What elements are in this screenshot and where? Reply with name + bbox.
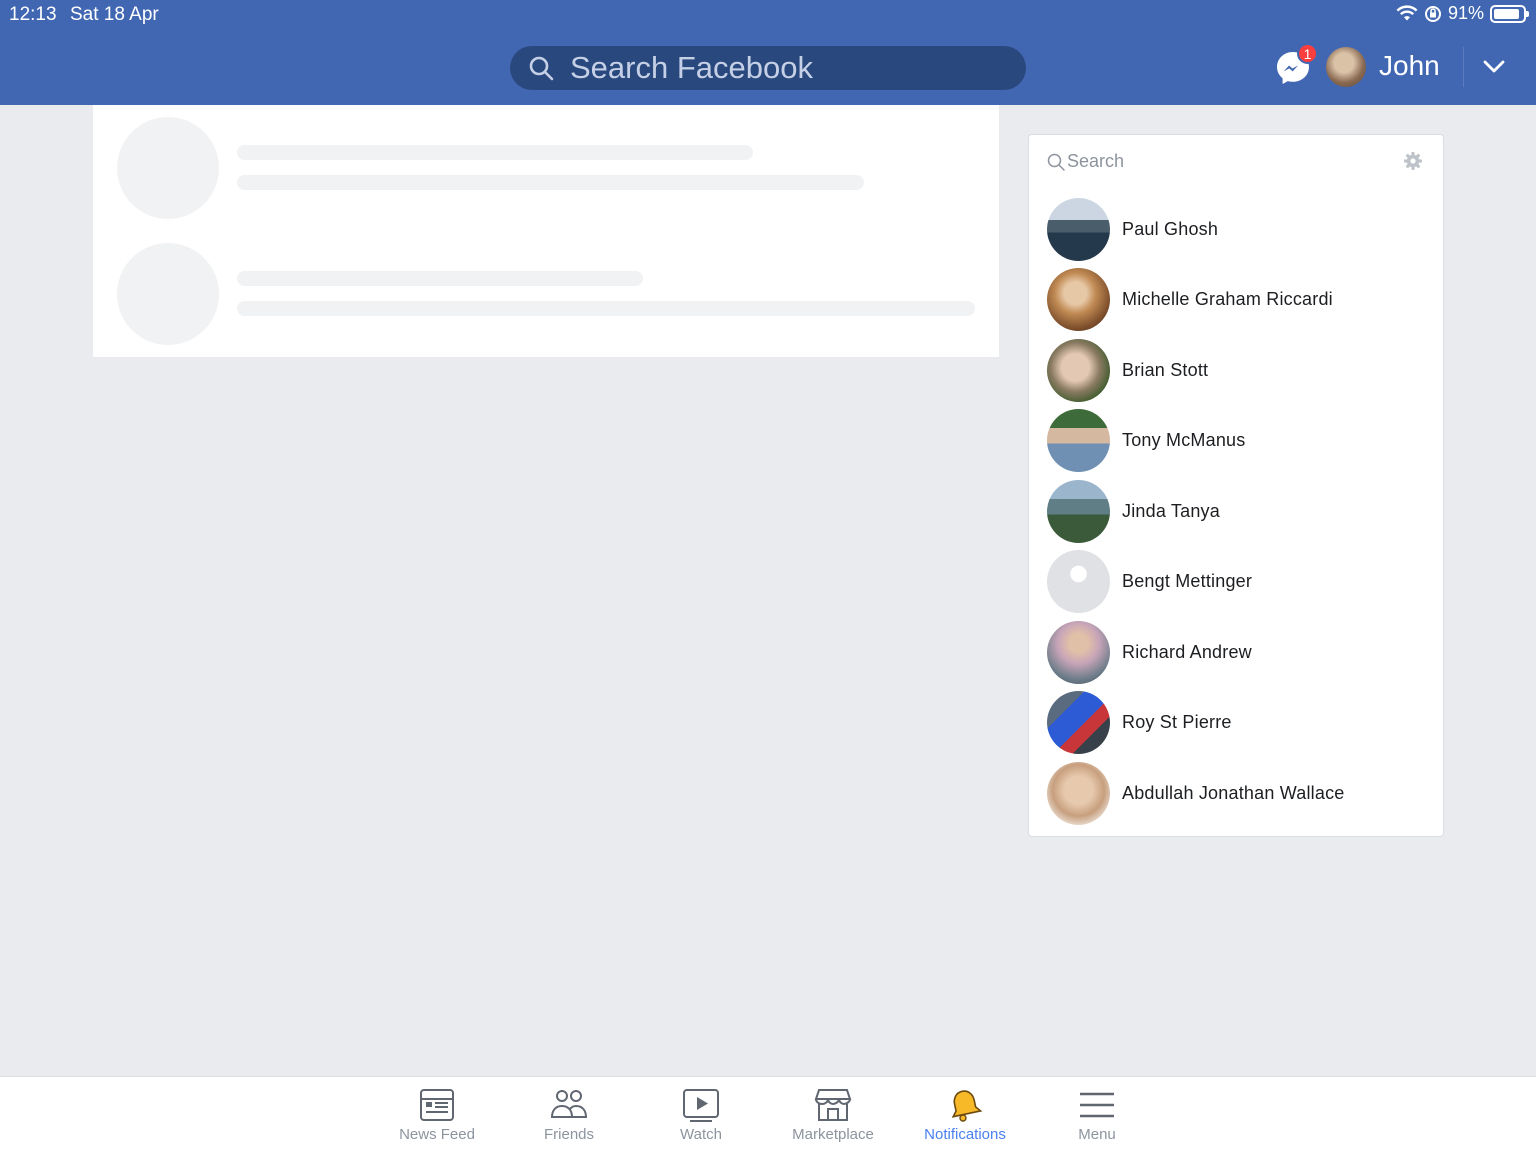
top-bar: 12:13 Sat 18 Apr 91% 1 John — [0, 0, 1536, 105]
contact-name: Tony McManus — [1122, 429, 1246, 450]
skeleton-line — [237, 301, 975, 316]
tab-label: Marketplace — [792, 1126, 874, 1143]
news-feed-icon — [420, 1089, 454, 1121]
skeleton-line — [237, 271, 643, 286]
contact-avatar — [1047, 761, 1110, 825]
contact-name: Paul Ghosh — [1122, 218, 1219, 239]
orientation-lock-icon — [1424, 5, 1441, 22]
contact-row[interactable]: Jinda Tanya — [1047, 479, 1427, 543]
tab-watch[interactable]: Watch — [635, 1087, 767, 1143]
search-facebook-bar[interactable] — [510, 46, 1026, 90]
tab-news-feed[interactable]: News Feed — [371, 1087, 503, 1143]
marketplace-icon — [814, 1089, 852, 1121]
tab-menu[interactable]: Menu — [1031, 1087, 1163, 1143]
contact-avatar — [1047, 408, 1110, 472]
contact-name: Brian Stott — [1122, 359, 1209, 380]
tab-label: News Feed — [399, 1126, 475, 1143]
menu-icon — [1080, 1092, 1114, 1118]
contact-avatar — [1047, 479, 1110, 543]
skeleton-avatar — [117, 117, 219, 219]
contact-row[interactable]: Abdullah Jonathan Wallace — [1047, 761, 1427, 825]
contact-avatar — [1047, 197, 1110, 261]
contact-avatar — [1047, 620, 1110, 684]
skeleton-avatar — [117, 243, 219, 345]
battery-level — [1494, 8, 1520, 19]
search-input[interactable] — [570, 50, 990, 86]
tab-friends[interactable]: Friends — [503, 1087, 635, 1143]
contact-name: Bengt Mettinger — [1122, 570, 1253, 591]
bell-icon — [951, 1090, 983, 1122]
friends-icon — [550, 1090, 588, 1118]
battery-percent: 91% — [1447, 3, 1484, 23]
tab-label: Menu — [1078, 1126, 1116, 1143]
contact-name: Richard Andrew — [1122, 641, 1252, 662]
gear-icon[interactable] — [1403, 151, 1423, 171]
contact-avatar — [1047, 267, 1110, 331]
search-icon — [529, 56, 554, 81]
profile-name[interactable]: John — [1379, 50, 1440, 82]
bottom-tab-bar: News Feed Friends Watch Marketplace Noti… — [0, 1076, 1536, 1152]
skeleton-line — [237, 145, 753, 160]
status-date: Sat 18 Apr — [70, 4, 159, 25]
feed-loading-card — [93, 105, 999, 357]
tab-marketplace[interactable]: Marketplace — [767, 1087, 899, 1143]
contact-row[interactable]: Bengt Mettinger — [1047, 549, 1427, 613]
contact-row[interactable]: Tony McManus — [1047, 408, 1427, 472]
tab-label: Notifications — [924, 1126, 1006, 1143]
contacts-search[interactable]: Search — [1047, 151, 1124, 172]
contact-row[interactable]: Brian Stott — [1047, 338, 1427, 402]
contact-name: Jinda Tanya — [1122, 500, 1220, 521]
contact-avatar — [1047, 690, 1110, 754]
search-icon — [1047, 153, 1065, 171]
tab-label: Friends — [543, 1126, 595, 1143]
profile-avatar[interactable] — [1326, 47, 1366, 87]
contact-row[interactable]: Richard Andrew — [1047, 620, 1427, 684]
contact-avatar — [1047, 549, 1110, 613]
watch-icon — [683, 1089, 719, 1122]
contact-row[interactable]: Roy St Pierre — [1047, 690, 1427, 754]
tab-notifications[interactable]: Notifications — [899, 1087, 1031, 1143]
wifi-icon — [1396, 5, 1418, 21]
tab-label: Watch — [680, 1126, 722, 1143]
skeleton-line — [237, 175, 864, 190]
contact-name: Roy St Pierre — [1122, 711, 1232, 732]
status-time: 12:13 — [9, 4, 57, 25]
contact-name: Abdullah Jonathan Wallace — [1122, 782, 1345, 803]
chevron-down-icon[interactable] — [1482, 56, 1506, 78]
contact-row[interactable]: Michelle Graham Riccardi — [1047, 267, 1427, 331]
header-divider — [1463, 47, 1464, 87]
contact-avatar — [1047, 338, 1110, 402]
contacts-search-placeholder: Search — [1067, 151, 1125, 171]
messenger-badge: 1 — [1297, 43, 1318, 64]
contact-name: Michelle Graham Riccardi — [1122, 288, 1333, 309]
contact-row[interactable]: Paul Ghosh — [1047, 197, 1427, 261]
contacts-panel: Search Paul Ghosh Michelle Graham Riccar… — [1028, 134, 1444, 837]
status-indicators: 91% — [1396, 3, 1529, 24]
battery-icon — [1490, 4, 1529, 23]
